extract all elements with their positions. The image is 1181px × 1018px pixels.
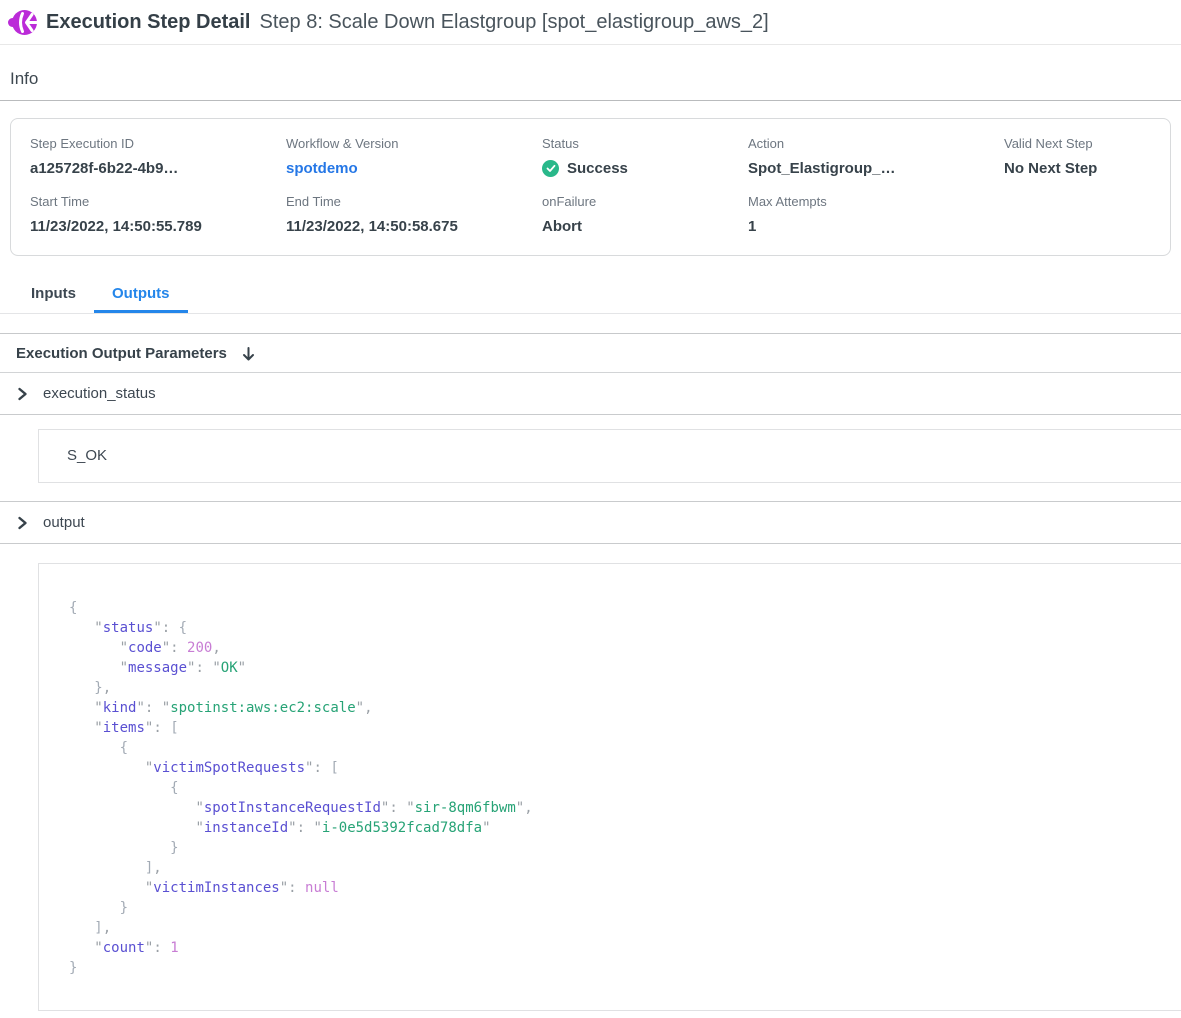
- field-value: No Next Step: [1004, 160, 1170, 177]
- app-logo-icon: [8, 9, 38, 36]
- page-title-main: Execution Step Detail: [46, 11, 251, 34]
- field-value: 1: [748, 218, 1004, 235]
- field-label: Step Execution ID: [30, 136, 286, 151]
- field-label: Workflow & Version: [286, 136, 542, 151]
- chevron-right-icon[interactable]: [16, 387, 29, 401]
- field-value: Spot_Elastigroup_…: [748, 160, 1004, 177]
- field-label: Valid Next Step: [1004, 136, 1170, 151]
- output-parameters-title: Execution Output Parameters: [16, 345, 227, 362]
- info-field: Start Time 11/23/2022, 14:50:55.789: [30, 194, 286, 235]
- field-label: onFailure: [542, 194, 748, 209]
- output-parameters-header: Execution Output Parameters: [0, 334, 1181, 373]
- status-text: Success: [567, 160, 628, 177]
- section-row-execution-status[interactable]: execution_status: [0, 373, 1181, 415]
- page-title-step: Step 8: Scale Down Elastgroup [spot_elas…: [260, 11, 769, 34]
- info-card: Step Execution ID a125728f-6b22-4b9…Workf…: [10, 118, 1171, 256]
- field-label: Status: [542, 136, 748, 151]
- field-value: 11/23/2022, 14:50:55.789: [30, 218, 286, 235]
- page-title: Execution Step Detail Step 8: Scale Down…: [46, 11, 769, 34]
- app-bar: Execution Step Detail Step 8: Scale Down…: [0, 0, 1181, 45]
- field-label: Start Time: [30, 194, 286, 209]
- tab-bar: Inputs Outputs: [0, 275, 1181, 314]
- info-heading: Info: [0, 45, 1181, 101]
- success-check-icon: [542, 160, 559, 177]
- execution-output-panel: Execution Output Parameters execution_st…: [0, 333, 1181, 1011]
- field-value: Success: [542, 160, 748, 177]
- section-name: output: [43, 514, 85, 531]
- section-name: execution_status: [43, 385, 156, 402]
- workflow-link[interactable]: spotdemo: [286, 160, 542, 177]
- info-field: Status Success: [542, 136, 748, 177]
- output-json-code: { "status": { "code": 200, "message": "O…: [69, 598, 1162, 978]
- output-json-box: { "status": { "code": 200, "message": "O…: [38, 563, 1181, 1011]
- info-field: Max Attempts 1: [748, 194, 1004, 235]
- info-field: Valid Next Step No Next Step: [1004, 136, 1170, 177]
- info-field: End Time 11/23/2022, 14:50:58.675: [286, 194, 542, 235]
- field-value: a125728f-6b22-4b9…: [30, 160, 286, 177]
- info-grid: Step Execution ID a125728f-6b22-4b9…Workf…: [30, 136, 1170, 235]
- tab-outputs[interactable]: Outputs: [94, 275, 188, 313]
- info-field: Workflow & Version spotdemo: [286, 136, 542, 177]
- field-value: 11/23/2022, 14:50:58.675: [286, 218, 542, 235]
- execution-status-value: S_OK: [38, 429, 1181, 483]
- collapse-all-arrow-icon[interactable]: [241, 346, 256, 362]
- tab-inputs[interactable]: Inputs: [13, 275, 94, 313]
- info-field: onFailure Abort: [542, 194, 748, 235]
- chevron-right-icon[interactable]: [16, 516, 29, 530]
- section-row-output[interactable]: output: [0, 501, 1181, 544]
- field-label: Action: [748, 136, 1004, 151]
- info-field: Action Spot_Elastigroup_…: [748, 136, 1004, 177]
- field-value: Abort: [542, 218, 748, 235]
- field-label: Max Attempts: [748, 194, 1004, 209]
- info-field: Step Execution ID a125728f-6b22-4b9…: [30, 136, 286, 177]
- field-label: End Time: [286, 194, 542, 209]
